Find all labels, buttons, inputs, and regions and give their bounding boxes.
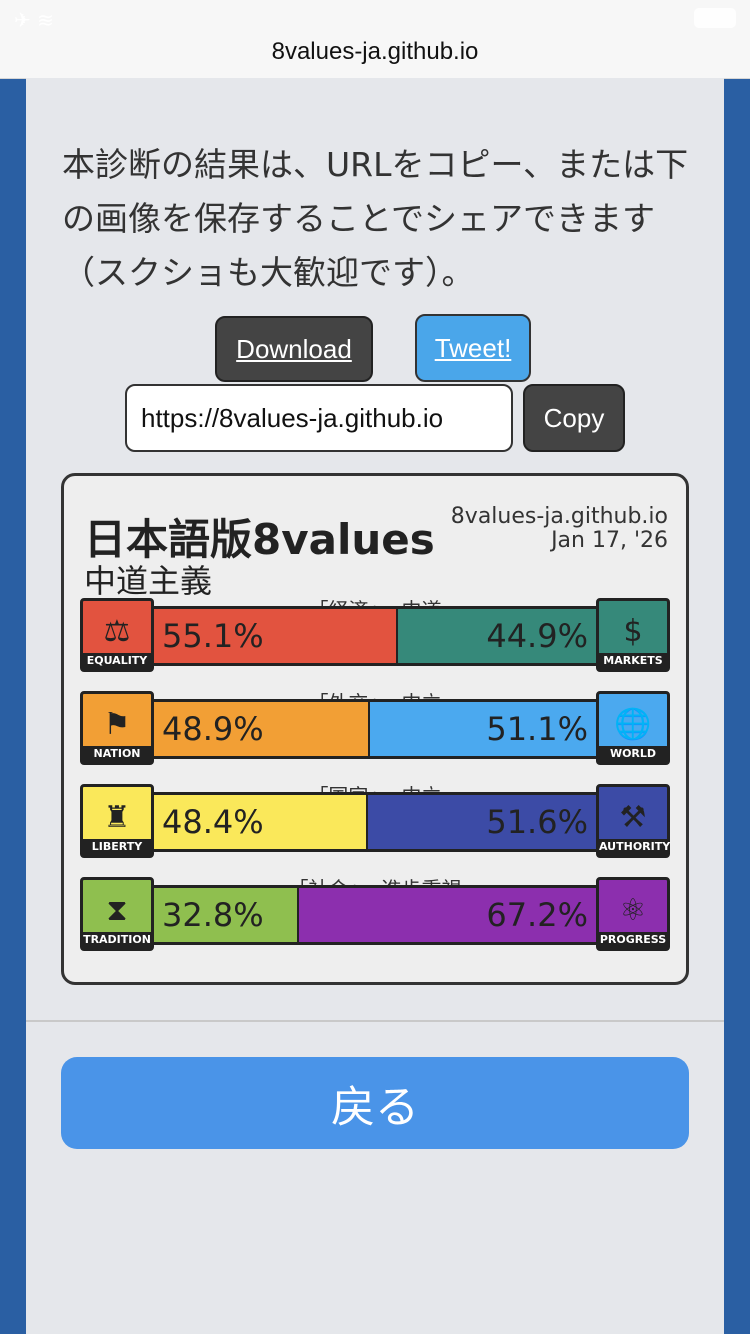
tweet-button[interactable]: Tweet! <box>415 314 531 382</box>
right-bar-segment: 51.1% <box>370 702 596 756</box>
page-content: 本診断の結果は、URLをコピー、または下の画像を保存することでシェアできます（ス… <box>26 78 724 1334</box>
results-card: 日本語版8values 中道主義 8values-ja.github.io Ja… <box>61 473 689 985</box>
right-bar-segment: 67.2% <box>298 888 596 942</box>
left-bar-segment: 32.8% <box>154 888 299 942</box>
axis-end-label: WORLD <box>599 746 667 762</box>
left-bar-segment: 48.4% <box>154 795 368 849</box>
divider <box>26 1020 724 1022</box>
left-bar-segment: 55.1% <box>154 609 398 663</box>
axis-row: 「国家」: 中立48.4%51.6%♜LIBERTY⚒AUTHORITY <box>80 780 670 860</box>
atom-icon: ⚛ PROGRESS <box>596 877 670 951</box>
gavel-icon: ⚒ AUTHORITY <box>596 784 670 858</box>
axis-end-label: PROGRESS <box>599 932 667 948</box>
axis-row: 「外交」: 中立48.9%51.1%⚑NATION🌐WORLD <box>80 687 670 767</box>
axis-end-label: MARKETS <box>599 653 667 669</box>
airplane-wifi-icon: ✈ ︎≋ <box>14 8 54 32</box>
browser-chrome: ✈ ︎≋ 8values-ja.github.io <box>0 0 750 79</box>
axis-end-label: LIBERTY <box>83 839 151 855</box>
battery-icon <box>694 8 736 28</box>
axis-bar: 48.4% 51.6% <box>154 792 596 852</box>
card-site: 8values-ja.github.io <box>450 504 668 529</box>
statue-of-liberty-icon: ♜ LIBERTY <box>80 784 154 858</box>
axis-bar: 55.1% 44.9% <box>154 606 596 666</box>
axis-end-label: AUTHORITY <box>599 839 671 855</box>
address-bar[interactable]: 8values-ja.github.io <box>0 38 750 66</box>
globe-icon: 🌐 WORLD <box>596 691 670 765</box>
right-bar-segment: 51.6% <box>367 795 596 849</box>
flag-icon: ⚑ NATION <box>80 691 154 765</box>
hourglass-icon: ⧗ TRADITION <box>80 877 154 951</box>
axis-end-label: EQUALITY <box>83 653 151 669</box>
download-button[interactable]: Download <box>215 316 373 382</box>
back-button[interactable]: 戻る <box>61 1057 689 1149</box>
axis-end-label: NATION <box>83 746 151 762</box>
dollar-icon: $ MARKETS <box>596 598 670 672</box>
share-url-input[interactable]: https://8values-ja.github.io <box>125 384 513 452</box>
axis-row: 「社会」: 進歩重視32.8%67.2%⧗TRADITION⚛PROGRESS <box>80 873 670 953</box>
axis-end-label: TRADITION <box>83 932 151 948</box>
axis-row: 「経済」: 中道55.1%44.9%⚖EQUALITY$MARKETS <box>80 594 670 674</box>
card-date: Jan 17, '26 <box>551 528 668 553</box>
axis-bar: 32.8% 67.2% <box>154 885 596 945</box>
scales-icon: ⚖ EQUALITY <box>80 598 154 672</box>
share-instructions: 本診断の結果は、URLをコピー、または下の画像を保存することでシェアできます（ス… <box>62 145 689 292</box>
axis-bar: 48.9% 51.1% <box>154 699 596 759</box>
copy-button[interactable]: Copy <box>523 384 625 452</box>
right-bar-segment: 44.9% <box>397 609 596 663</box>
left-bar-segment: 48.9% <box>154 702 371 756</box>
